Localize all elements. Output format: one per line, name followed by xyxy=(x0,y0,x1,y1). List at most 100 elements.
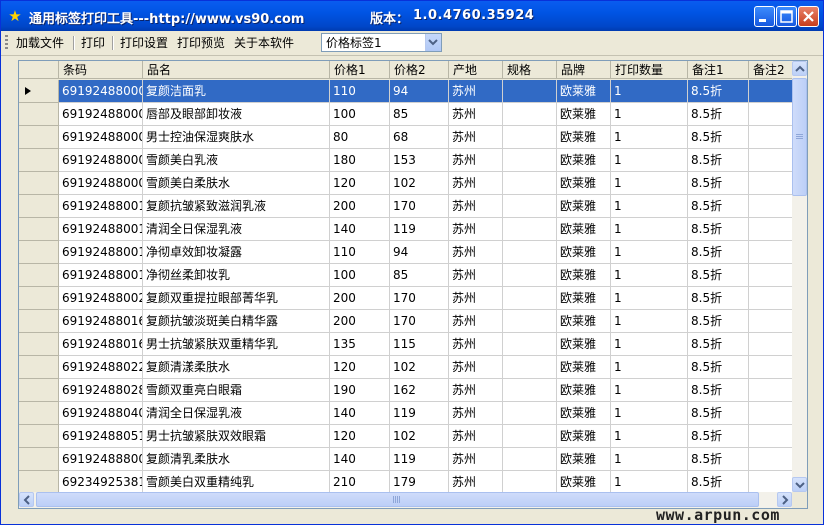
cell-print-qty[interactable]: 1 xyxy=(611,218,688,241)
cell-spec[interactable] xyxy=(503,80,557,103)
close-button[interactable] xyxy=(798,6,819,27)
cell-print-qty[interactable]: 1 xyxy=(611,448,688,471)
row-header[interactable] xyxy=(19,402,59,425)
scroll-right-button[interactable] xyxy=(777,492,792,507)
column-header-spec[interactable]: 规格 xyxy=(503,61,557,79)
cell-price2[interactable]: 170 xyxy=(390,195,449,218)
cell-origin[interactable]: 苏州 xyxy=(449,126,503,149)
row-header[interactable] xyxy=(19,471,59,494)
column-header-price1[interactable]: 价格1 xyxy=(330,61,390,79)
cell-name[interactable]: 净彻丝柔卸妆乳 xyxy=(143,264,330,287)
cell-spec[interactable] xyxy=(503,103,557,126)
cell-brand[interactable]: 欧莱雅 xyxy=(557,333,611,356)
cell-price2[interactable]: 162 xyxy=(390,379,449,402)
table-row[interactable]: 6919248800003复颜洁面乳11094苏州 欧莱雅18.5折 xyxy=(19,80,807,103)
cell-barcode[interactable]: 6919248800027 xyxy=(59,126,143,149)
cell-name[interactable]: 唇部及眼部卸妆液 xyxy=(143,103,330,126)
cell-print-qty[interactable]: 1 xyxy=(611,149,688,172)
cell-note1[interactable]: 8.5折 xyxy=(688,103,749,126)
maximize-button[interactable] xyxy=(776,6,797,27)
table-row[interactable]: 6919248800010唇部及眼部卸妆液10085苏州 欧莱雅18.5折 xyxy=(19,103,807,126)
column-header-print-qty[interactable]: 打印数量 xyxy=(611,61,688,79)
cell-price1[interactable]: 120 xyxy=(330,425,390,448)
cell-name[interactable]: 雪颜双重亮白眼霜 xyxy=(143,379,330,402)
cell-price1[interactable]: 100 xyxy=(330,264,390,287)
column-header-origin[interactable]: 产地 xyxy=(449,61,503,79)
cell-barcode[interactable]: 6919248800096 xyxy=(59,172,143,195)
row-header[interactable] xyxy=(19,218,59,241)
cell-brand[interactable]: 欧莱雅 xyxy=(557,448,611,471)
cell-print-qty[interactable]: 1 xyxy=(611,333,688,356)
cell-name[interactable]: 清润全日保湿乳液 xyxy=(143,402,330,425)
cell-origin[interactable]: 苏州 xyxy=(449,241,503,264)
cell-spec[interactable] xyxy=(503,218,557,241)
cell-price1[interactable]: 140 xyxy=(330,448,390,471)
cell-barcode[interactable]: 6919248800171 xyxy=(59,241,143,264)
cell-barcode[interactable]: 6919248880036 xyxy=(59,448,143,471)
cell-spec[interactable] xyxy=(503,195,557,218)
cell-barcode[interactable]: 6919248801680 xyxy=(59,333,143,356)
cell-name[interactable]: 复颜清漾柔肤水 xyxy=(143,356,330,379)
table-row[interactable]: 6919248800133复颜抗皱紧致滋润乳液200170苏州 欧莱雅18.5折 xyxy=(19,195,807,218)
cell-note1[interactable]: 8.5折 xyxy=(688,333,749,356)
cell-brand[interactable]: 欧莱雅 xyxy=(557,402,611,425)
cell-price2[interactable]: 170 xyxy=(390,310,449,333)
row-header[interactable] xyxy=(19,126,59,149)
cell-brand[interactable]: 欧莱雅 xyxy=(557,379,611,402)
cell-barcode[interactable]: 6919248800133 xyxy=(59,195,143,218)
cell-price2[interactable]: 102 xyxy=(390,356,449,379)
cell-print-qty[interactable]: 1 xyxy=(611,425,688,448)
cell-note1[interactable]: 8.5折 xyxy=(688,287,749,310)
cell-brand[interactable]: 欧莱雅 xyxy=(557,103,611,126)
cell-barcode[interactable]: 6919248800003 xyxy=(59,80,143,103)
menu-about[interactable]: 关于本软件 xyxy=(234,35,294,51)
cell-brand[interactable]: 欧莱雅 xyxy=(557,218,611,241)
cell-barcode[interactable]: 6919248805145 xyxy=(59,425,143,448)
cell-price2[interactable]: 102 xyxy=(390,425,449,448)
cell-name[interactable]: 男士控油保湿爽肤水 xyxy=(143,126,330,149)
cell-note1[interactable]: 8.5折 xyxy=(688,471,749,494)
cell-print-qty[interactable]: 1 xyxy=(611,471,688,494)
cell-note1[interactable]: 8.5折 xyxy=(688,172,749,195)
cell-barcode[interactable]: 6919248802274 xyxy=(59,356,143,379)
table-row[interactable]: 6919248805145男士抗皱紧肤双效眼霜120102苏州 欧莱雅18.5折 xyxy=(19,425,807,448)
cell-spec[interactable] xyxy=(503,356,557,379)
row-header[interactable] xyxy=(19,149,59,172)
cell-origin[interactable]: 苏州 xyxy=(449,149,503,172)
row-header[interactable] xyxy=(19,264,59,287)
cell-brand[interactable]: 欧莱雅 xyxy=(557,287,611,310)
cell-origin[interactable]: 苏州 xyxy=(449,402,503,425)
cell-print-qty[interactable]: 1 xyxy=(611,287,688,310)
toolbar-grip[interactable] xyxy=(5,35,8,51)
cell-print-qty[interactable]: 1 xyxy=(611,241,688,264)
cell-price1[interactable]: 200 xyxy=(330,287,390,310)
cell-brand[interactable]: 欧莱雅 xyxy=(557,310,611,333)
cell-note1[interactable]: 8.5折 xyxy=(688,425,749,448)
cell-print-qty[interactable]: 1 xyxy=(611,356,688,379)
cell-note1[interactable]: 8.5折 xyxy=(688,379,749,402)
cell-name[interactable]: 男士抗皱紧肤双重精华乳 xyxy=(143,333,330,356)
cell-origin[interactable]: 苏州 xyxy=(449,333,503,356)
table-row[interactable]: 6919248804087清润全日保湿乳液140119苏州 欧莱雅18.5折 xyxy=(19,402,807,425)
cell-price1[interactable]: 180 xyxy=(330,149,390,172)
cell-barcode[interactable]: 6919248800065 xyxy=(59,149,143,172)
cell-price2[interactable]: 85 xyxy=(390,264,449,287)
cell-origin[interactable]: 苏州 xyxy=(449,379,503,402)
cell-brand[interactable]: 欧莱雅 xyxy=(557,80,611,103)
cell-name[interactable]: 复颜抗皱淡斑美白精华露 xyxy=(143,310,330,333)
cell-spec[interactable] xyxy=(503,287,557,310)
cell-price1[interactable]: 120 xyxy=(330,356,390,379)
table-row[interactable]: 6919248800140清润全日保湿乳液140119苏州 欧莱雅18.5折 xyxy=(19,218,807,241)
cell-price1[interactable]: 200 xyxy=(330,310,390,333)
cell-print-qty[interactable]: 1 xyxy=(611,264,688,287)
cell-spec[interactable] xyxy=(503,333,557,356)
cell-barcode[interactable]: 6923492538193 xyxy=(59,471,143,494)
cell-spec[interactable] xyxy=(503,310,557,333)
cell-price1[interactable]: 100 xyxy=(330,103,390,126)
table-row[interactable]: 6919248800027男士控油保湿爽肤水8068苏州 欧莱雅18.5折 xyxy=(19,126,807,149)
cell-barcode[interactable]: 6919248800140 xyxy=(59,218,143,241)
cell-name[interactable]: 雪颜美白双重精纯乳 xyxy=(143,471,330,494)
cell-name[interactable]: 净彻卓效卸妆凝露 xyxy=(143,241,330,264)
row-header[interactable] xyxy=(19,333,59,356)
cell-note1[interactable]: 8.5折 xyxy=(688,448,749,471)
